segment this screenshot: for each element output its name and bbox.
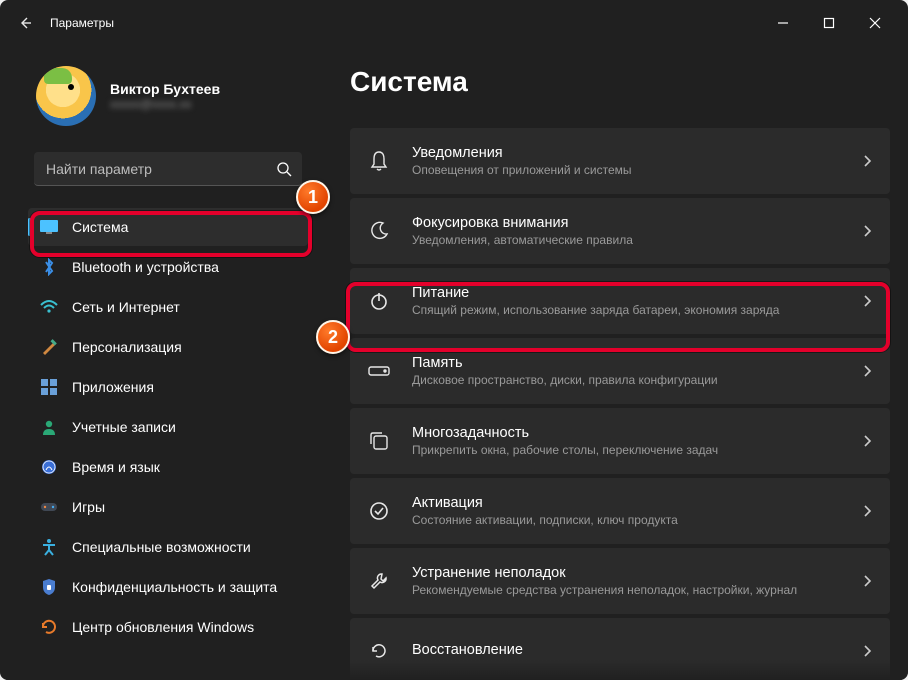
check-icon [368,500,390,522]
chevron-right-icon [862,224,872,238]
card-multitasking[interactable]: Многозадачность Прикрепить окна, рабочие… [350,408,890,474]
back-button[interactable] [10,8,40,38]
card-focus[interactable]: Фокусировка внимания Уведомления, автома… [350,198,890,264]
sidebar-item-privacy[interactable]: Конфиденциальность и защита [28,568,308,606]
sidebar-item-label: Конфиденциальность и защита [72,579,277,595]
chevron-right-icon [862,504,872,518]
sidebar-item-label: Игры [72,499,105,515]
card-power[interactable]: Питание Спящий режим, использование заря… [350,268,890,334]
sidebar-item-apps[interactable]: Приложения [28,368,308,406]
sidebar-item-label: Система [72,219,128,235]
update-icon [40,618,58,636]
sidebar: Виктор Бухтеев xxxxx@xxxx.xx Система Blu… [0,46,318,680]
sidebar-item-bluetooth[interactable]: Bluetooth и устройства [28,248,308,286]
settings-cards: Уведомления Оповещения от приложений и с… [350,128,890,680]
maximize-icon [823,17,835,29]
search-icon [276,161,292,177]
accessibility-icon [40,538,58,556]
minimize-icon [777,17,789,29]
bluetooth-icon [40,258,58,276]
time-icon [40,458,58,476]
card-title: Уведомления [412,145,852,161]
card-subtitle: Состояние активации, подписки, ключ прод… [412,513,852,527]
chevron-right-icon [862,294,872,308]
sidebar-item-update[interactable]: Центр обновления Windows [28,608,308,646]
close-icon [869,17,881,29]
sidebar-item-label: Время и язык [72,459,160,475]
bell-icon [368,150,390,172]
card-recovery[interactable]: Восстановление [350,618,890,680]
close-button[interactable] [852,0,898,46]
chevron-right-icon [862,364,872,378]
search-input[interactable] [46,161,276,177]
card-storage[interactable]: Память Дисковое пространство, диски, пра… [350,338,890,404]
sidebar-item-accessibility[interactable]: Специальные возможности [28,528,308,566]
chevron-right-icon [862,434,872,448]
card-subtitle: Рекомендуемые средства устранения непола… [412,583,852,597]
chevron-right-icon [862,154,872,168]
sidebar-item-label: Персонализация [72,339,182,355]
card-subtitle: Оповещения от приложений и системы [412,163,852,177]
recovery-icon [368,640,390,662]
card-subtitle: Уведомления, автоматические правила [412,233,852,247]
sidebar-item-label: Приложения [72,379,154,395]
system-icon [40,218,58,236]
user-icon [40,418,58,436]
sidebar-item-network[interactable]: Сеть и Интернет [28,288,308,326]
game-icon [40,498,58,516]
card-title: Питание [412,285,852,301]
card-title: Устранение неполадок [412,565,852,581]
arrow-left-icon [17,15,33,31]
card-notifications[interactable]: Уведомления Оповещения от приложений и с… [350,128,890,194]
sidebar-item-accounts[interactable]: Учетные записи [28,408,308,446]
chevron-right-icon [862,574,872,588]
apps-icon [40,378,58,396]
search-box[interactable] [34,152,302,186]
sidebar-item-personalization[interactable]: Персонализация [28,328,308,366]
sidebar-item-label: Bluetooth и устройства [72,259,219,275]
multitask-icon [368,430,390,452]
sidebar-item-system[interactable]: Система [28,208,308,246]
card-activation[interactable]: Активация Состояние активации, подписки,… [350,478,890,544]
page-title: Система [350,66,890,98]
avatar [36,66,96,126]
profile-email: xxxxx@xxxx.xx [110,97,220,111]
profile-block[interactable]: Виктор Бухтеев xxxxx@xxxx.xx [28,66,308,126]
main-content: Система Уведомления Оповещения от прилож… [318,46,908,680]
sidebar-item-label: Специальные возможности [72,539,251,555]
card-subtitle: Спящий режим, использование заряда батар… [412,303,852,317]
sidebar-item-label: Сеть и Интернет [72,299,180,315]
wrench-icon [368,570,390,592]
wifi-icon [40,298,58,316]
sidebar-item-label: Центр обновления Windows [72,619,254,635]
power-icon [368,290,390,312]
card-title: Фокусировка внимания [412,215,852,231]
window-controls [760,0,898,46]
minimize-button[interactable] [760,0,806,46]
card-title: Память [412,355,852,371]
settings-window: Параметры Виктор Бухтеев xxxxx@xxxx.xx [0,0,908,680]
profile-name: Виктор Бухтеев [110,81,220,97]
card-title: Активация [412,495,852,511]
card-title: Многозадачность [412,425,852,441]
shield-icon [40,578,58,596]
moon-icon [368,220,390,242]
storage-icon [368,360,390,382]
card-subtitle: Прикрепить окна, рабочие столы, переключ… [412,443,852,457]
sidebar-item-gaming[interactable]: Игры [28,488,308,526]
brush-icon [40,338,58,356]
titlebar: Параметры [0,0,908,46]
card-title: Восстановление [412,642,852,658]
card-troubleshoot[interactable]: Устранение неполадок Рекомендуемые средс… [350,548,890,614]
card-subtitle: Дисковое пространство, диски, правила ко… [412,373,852,387]
maximize-button[interactable] [806,0,852,46]
sidebar-item-label: Учетные записи [72,419,176,435]
sidebar-nav: Система Bluetooth и устройства Сеть и Ин… [28,208,308,646]
window-title: Параметры [50,16,114,30]
sidebar-item-time[interactable]: Время и язык [28,448,308,486]
chevron-right-icon [862,644,872,658]
